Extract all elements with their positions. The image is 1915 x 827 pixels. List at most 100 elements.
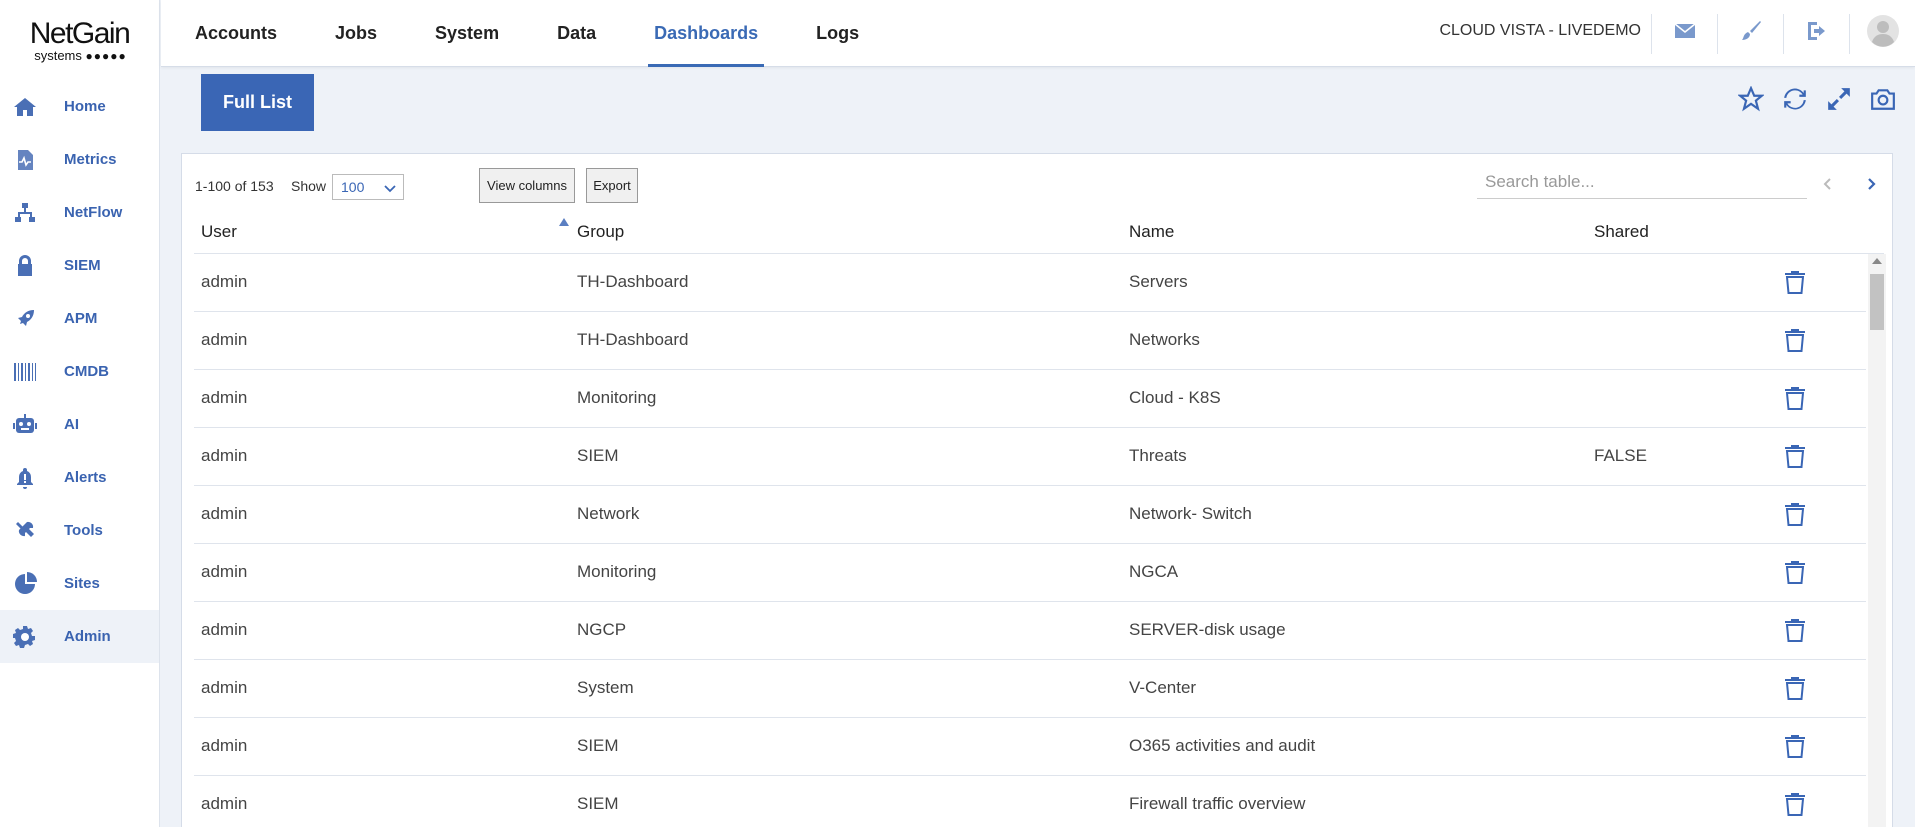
camera-icon [1870, 86, 1896, 117]
chevron-down-icon [383, 179, 397, 193]
table-scrollbar[interactable] [1868, 254, 1886, 827]
delete-button[interactable] [1782, 269, 1808, 295]
page-size-select[interactable]: 100 [332, 174, 404, 200]
cell-group: SIEM [577, 446, 619, 465]
dashboards-table-panel: 1-100 of 153 Show 100 View columns Expor… [181, 153, 1893, 827]
sidebar-item-ai[interactable]: AI [0, 398, 159, 451]
sidebar-item-label: NetFlow [64, 204, 123, 221]
table-row[interactable]: admin SIEM O365 activities and audit [194, 718, 1866, 776]
sidebar-item-sites[interactable]: Sites [0, 557, 159, 610]
barcode-icon [12, 359, 38, 385]
cell-group: Network [577, 504, 640, 523]
table-row[interactable]: admin Network Network- Switch [194, 486, 1866, 544]
column-header-shared[interactable]: Shared [1594, 222, 1649, 242]
export-button[interactable]: Export [586, 168, 638, 203]
scrollbar-thumb[interactable] [1870, 274, 1884, 330]
search-input[interactable] [1477, 165, 1807, 199]
tab-data[interactable]: Data [551, 0, 602, 67]
view-columns-button[interactable]: View columns [479, 168, 575, 203]
tab-accounts[interactable]: Accounts [189, 0, 283, 67]
delete-button[interactable] [1782, 443, 1808, 469]
cell-name: Cloud - K8S [1129, 388, 1221, 407]
screenshot-button[interactable] [1861, 86, 1905, 116]
column-header-user[interactable]: User [201, 222, 237, 242]
page-size-value: 100 [341, 179, 365, 195]
cell-name: Networks [1129, 330, 1200, 349]
scroll-up-arrow-icon[interactable] [1872, 258, 1882, 264]
cell-user: admin [201, 678, 248, 697]
theme-button[interactable] [1717, 13, 1783, 54]
delete-button[interactable] [1782, 385, 1808, 411]
sidebar-item-cmdb[interactable]: CMDB [0, 345, 159, 398]
next-page-button[interactable] [1859, 174, 1883, 198]
sidebar-item-label: AI [64, 416, 79, 433]
previous-page-button[interactable] [1816, 174, 1840, 198]
user-avatar[interactable] [1849, 13, 1915, 54]
trash-icon [1785, 387, 1805, 410]
sidebar-item-alerts[interactable]: Alerts [0, 451, 159, 504]
full-list-button[interactable]: Full List [201, 74, 314, 131]
trash-icon [1785, 445, 1805, 468]
netgain-logo[interactable]: NetGain systems ●●●●● [0, 0, 159, 78]
cell-user: admin [201, 330, 248, 349]
delete-button[interactable] [1782, 733, 1808, 759]
sidebar-item-admin[interactable]: Admin [0, 610, 159, 663]
sidebar-item-netflow[interactable]: NetFlow [0, 186, 159, 239]
cell-group: SIEM [577, 794, 619, 813]
sidebar-item-metrics[interactable]: Metrics [0, 133, 159, 186]
tab-jobs[interactable]: Jobs [329, 0, 383, 67]
column-header-name[interactable]: Name [1129, 222, 1174, 242]
table-row[interactable]: admin TH-Dashboard Networks [194, 312, 1866, 370]
refresh-button[interactable] [1773, 86, 1817, 116]
logo-systems-text: systems [34, 48, 82, 63]
messages-button[interactable] [1651, 13, 1717, 54]
delete-button[interactable] [1782, 501, 1808, 527]
table-row[interactable]: admin NGCP SERVER-disk usage [194, 602, 1866, 660]
column-header-group[interactable]: Group [577, 222, 624, 242]
sidebar-item-label: CMDB [64, 363, 109, 380]
logout-button[interactable] [1783, 13, 1849, 54]
cell-user: admin [201, 562, 248, 581]
sidebar-item-siem[interactable]: SIEM [0, 239, 159, 292]
sub-header-actions [1729, 84, 1905, 116]
table-body: admin TH-Dashboard Servers admin TH-Dash… [194, 254, 1866, 827]
sidebar-item-tools[interactable]: Tools [0, 504, 159, 557]
trash-icon [1785, 561, 1805, 584]
cell-user: admin [201, 504, 248, 523]
delete-button[interactable] [1782, 559, 1808, 585]
table-row[interactable]: admin SIEM Firewall traffic overview [194, 776, 1866, 827]
home-icon [12, 94, 38, 120]
table-row[interactable]: admin System V-Center [194, 660, 1866, 718]
logo-dots: ●●●●● [85, 49, 127, 63]
trash-icon [1785, 329, 1805, 352]
sidebar-item-apm[interactable]: APM [0, 292, 159, 345]
sidebar-nav: Home Metrics NetFlow SIEM APM CMDB AI Al… [0, 80, 159, 663]
table-row[interactable]: admin TH-Dashboard Servers [194, 254, 1866, 312]
cell-user: admin [201, 446, 248, 465]
tab-dashboards[interactable]: Dashboards [648, 0, 765, 67]
top-right-controls: CLOUD VISTA - LIVEDEMO [1439, 0, 1915, 67]
sidebar-item-label: Sites [64, 575, 100, 592]
delete-button[interactable] [1782, 675, 1808, 701]
table-row[interactable]: admin Monitoring NGCA [194, 544, 1866, 602]
delete-button[interactable] [1782, 327, 1808, 353]
netflow-icon [12, 200, 38, 226]
sidebar-item-home[interactable]: Home [0, 80, 159, 133]
cell-name: SERVER-disk usage [1129, 620, 1286, 639]
favorite-button[interactable] [1729, 84, 1773, 116]
delete-button[interactable] [1782, 617, 1808, 643]
fullscreen-button[interactable] [1817, 86, 1861, 116]
cell-name: NGCA [1129, 562, 1179, 581]
table-row[interactable]: admin Monitoring Cloud - K8S [194, 370, 1866, 428]
robot-icon [12, 412, 38, 438]
table-row[interactable]: admin SIEM Threats FALSE [194, 428, 1866, 486]
logo-wordmark: NetGain [29, 17, 131, 50]
delete-button[interactable] [1782, 791, 1808, 817]
tab-logs[interactable]: Logs [810, 0, 865, 67]
trash-icon [1785, 503, 1805, 526]
sign-out-icon [1805, 19, 1829, 48]
sidebar-item-label: Alerts [64, 469, 107, 486]
gear-icon [12, 624, 38, 650]
tab-system[interactable]: System [429, 0, 505, 67]
paintbrush-icon [1739, 19, 1763, 48]
